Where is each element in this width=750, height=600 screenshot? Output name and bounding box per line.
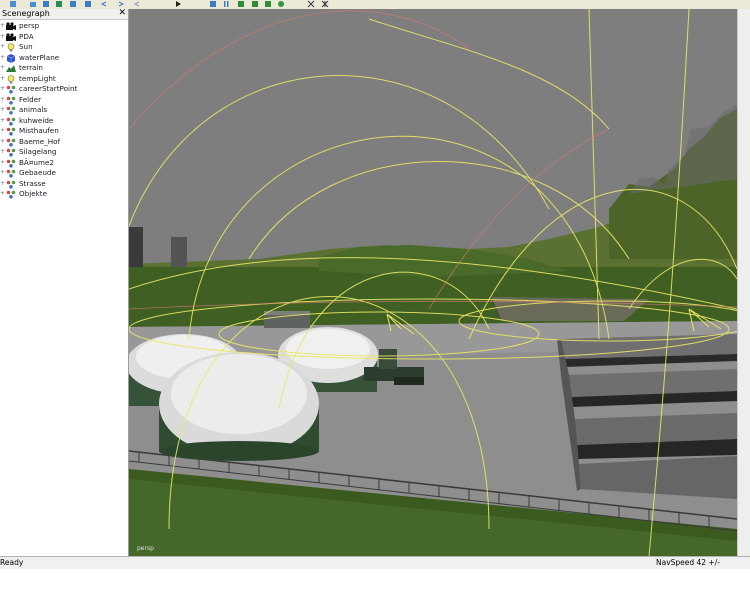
camera-icon — [6, 22, 16, 31]
tree-item[interactable]: + BÃ¤ume2 — [0, 158, 128, 169]
object-icon[interactable] — [250, 0, 259, 8]
tree-item[interactable]: + terrain — [0, 63, 128, 74]
tree-item-label: careerStartPoint — [19, 84, 78, 93]
expand-icon[interactable]: + — [0, 21, 5, 32]
transform-group-icon — [6, 169, 16, 178]
tree-item-label: Gebaeude — [19, 168, 56, 177]
tree-item[interactable]: + Silagelang — [0, 147, 128, 158]
tree-item-label: Objekte — [19, 189, 48, 198]
foliage-icon[interactable] — [276, 0, 285, 8]
history-icon[interactable] — [132, 0, 141, 8]
expand-icon[interactable]: + — [0, 189, 5, 200]
right-scrollbar[interactable] — [737, 9, 750, 556]
settings-icon[interactable] — [306, 0, 315, 8]
tree-item-label: tempLight — [19, 73, 56, 83]
camera-icon — [6, 32, 16, 42]
expand-icon[interactable]: + — [0, 168, 5, 179]
tree-item-label: kuhweide — [19, 115, 54, 125]
transform-group-icon — [6, 180, 16, 189]
expand-icon[interactable]: + — [0, 74, 5, 85]
tree-item[interactable]: + Sun — [0, 42, 128, 53]
transform-group-icon — [6, 190, 16, 199]
transform-group-icon — [6, 127, 16, 136]
transform-group-icon — [6, 138, 16, 147]
tree-item-label: persp — [19, 21, 40, 30]
tree-item-label: Misthaufen — [19, 126, 59, 135]
transform-group-icon — [6, 148, 16, 157]
tree-item[interactable]: + PDA — [0, 32, 128, 43]
panel-header: Scenegraph ✕ — [0, 8, 128, 20]
scenegraph-panel: Scenegraph ✕ + persp + PDA + Sun + waterPlane + t… — [0, 8, 129, 556]
panel-title: Scenegraph — [2, 9, 50, 18]
redo-icon[interactable] — [116, 0, 125, 8]
new-icon[interactable] — [8, 0, 17, 8]
paint-icon[interactable] — [263, 0, 272, 8]
status-text: Ready — [0, 558, 24, 567]
tree-item-label: BÃ¤ume2 — [19, 157, 54, 167]
expand-icon[interactable]: + — [0, 137, 5, 148]
tree-item-label: terrain — [19, 63, 43, 72]
tree-item[interactable]: + Gebaeude — [0, 168, 128, 179]
expand-icon[interactable]: + — [0, 95, 5, 106]
expand-icon[interactable]: + — [0, 158, 5, 169]
terrain-icon — [6, 64, 16, 73]
nav-speed-readout: NavSpeed 42 +/- — [656, 558, 720, 567]
pause-icon[interactable] — [221, 0, 230, 8]
tree-item-label: Sun — [19, 42, 33, 51]
3d-viewport[interactable]: persp — [129, 9, 737, 556]
tree-item[interactable]: + kuhweide — [0, 116, 128, 127]
status-bar: Ready NavSpeed 42 +/- — [0, 556, 750, 569]
play-icon[interactable] — [173, 0, 182, 8]
tree-item-label: Baeme_Hof — [19, 136, 61, 146]
tree-item[interactable]: + waterPlane — [0, 53, 128, 64]
expand-icon[interactable]: + — [0, 105, 5, 116]
transform-group-icon — [6, 106, 16, 115]
light-bulb-icon — [6, 43, 16, 52]
tree-item[interactable]: + Felder — [0, 95, 128, 106]
tree-item[interactable]: + Strasse — [0, 179, 128, 190]
open-icon[interactable] — [28, 0, 37, 8]
expand-icon[interactable]: + — [0, 32, 5, 43]
close-icon[interactable]: ✕ — [118, 8, 126, 19]
tree-item[interactable]: + tempLight — [0, 74, 128, 85]
tree-item-label: waterPlane — [19, 52, 60, 62]
cube-icon — [6, 53, 16, 63]
tree-item[interactable]: + animals — [0, 105, 128, 116]
tree-item[interactable]: + careerStartPoint — [0, 84, 128, 95]
expand-icon[interactable]: + — [0, 116, 5, 127]
viewport-camera-label: persp — [137, 545, 154, 552]
import-icon[interactable] — [83, 0, 92, 8]
scene-tree: + persp + PDA + Sun + waterPlane + terrain + tempLi… — [0, 21, 128, 200]
expand-icon[interactable]: + — [0, 42, 5, 53]
tree-item-label: Silagelang — [19, 147, 57, 156]
tree-item-label: PDA — [19, 31, 34, 41]
tree-item[interactable]: + Objekte — [0, 189, 128, 200]
undo-icon[interactable] — [99, 0, 108, 8]
transform-group-icon — [6, 117, 16, 126]
tree-item-label: animals — [19, 105, 48, 114]
transform-group-icon — [6, 85, 16, 94]
save-icon[interactable] — [41, 0, 50, 8]
tree-item[interactable]: + persp — [0, 21, 128, 32]
expand-icon[interactable]: + — [0, 147, 5, 158]
tree-item[interactable]: + Baeme_Hof — [0, 137, 128, 148]
expand-icon[interactable]: + — [0, 63, 5, 74]
export-icon[interactable] — [68, 0, 77, 8]
save-as-icon[interactable] — [54, 0, 63, 8]
tree-item-label: Strasse — [19, 178, 46, 188]
transform-group-icon — [6, 96, 16, 105]
expand-icon[interactable]: + — [0, 53, 5, 64]
light-bulb-icon — [6, 74, 16, 84]
expand-icon[interactable]: + — [0, 126, 5, 137]
expand-icon[interactable]: + — [0, 84, 5, 95]
expand-icon[interactable]: + — [0, 179, 5, 190]
grid-icon[interactable] — [320, 0, 329, 8]
view-icon[interactable] — [208, 0, 217, 8]
terrain-icon[interactable] — [236, 0, 245, 8]
transform-group-icon — [6, 159, 16, 168]
tree-item-label: Felder — [19, 94, 42, 104]
tree-item[interactable]: + Misthaufen — [0, 126, 128, 137]
